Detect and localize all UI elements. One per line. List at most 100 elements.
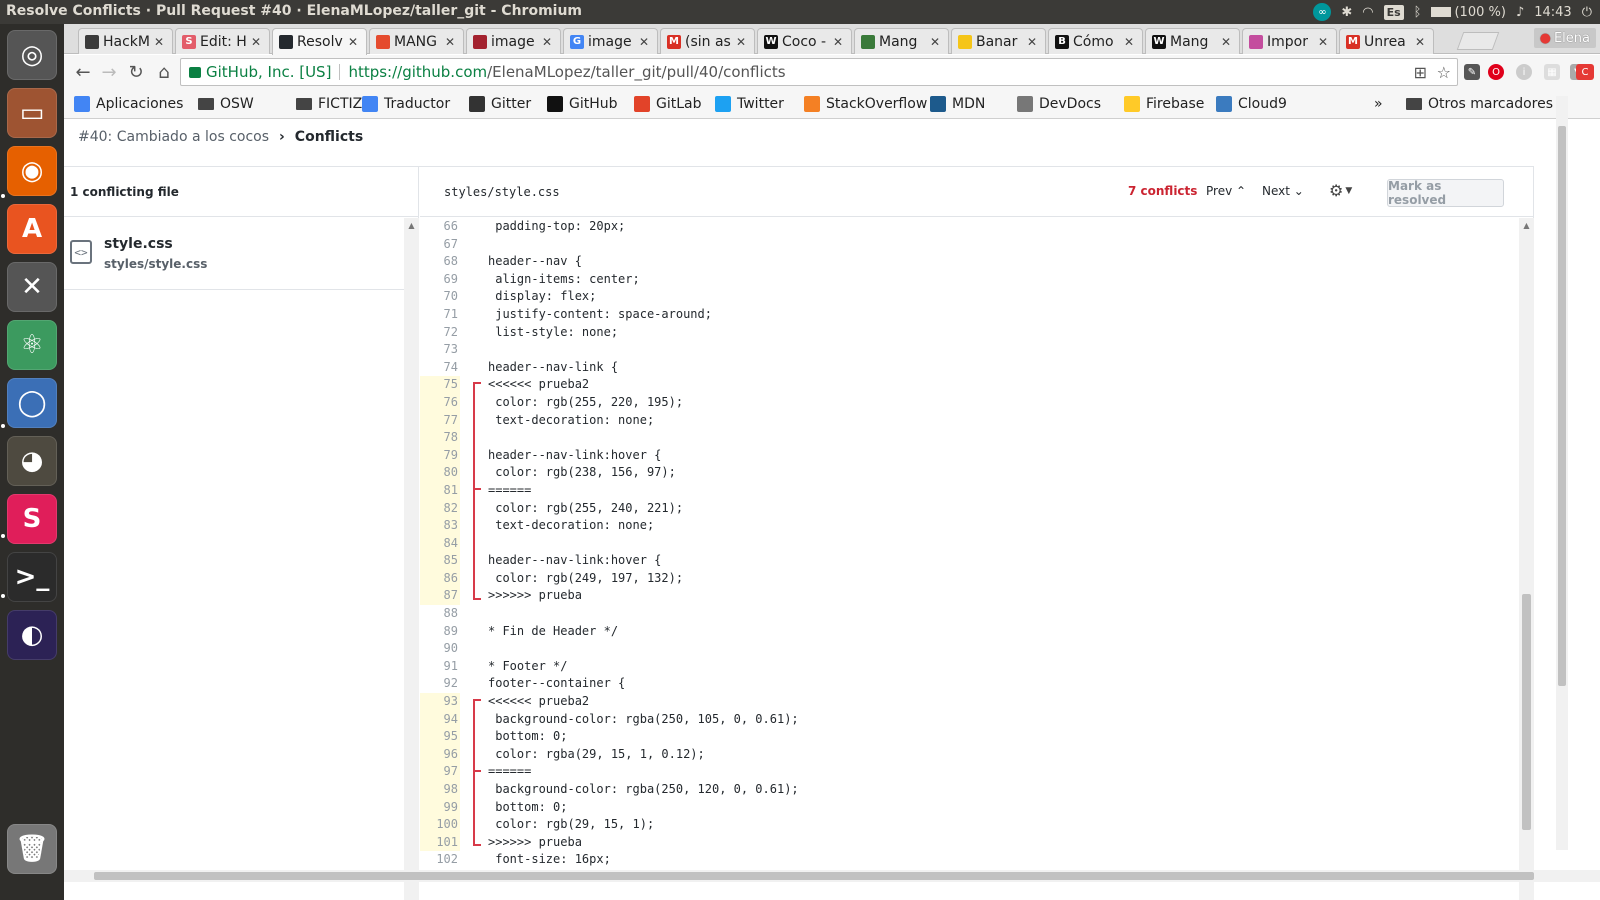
tab-5[interactable]: image ✕ bbox=[466, 28, 561, 54]
close-tab-icon[interactable]: ✕ bbox=[930, 35, 942, 49]
code-editor[interactable]: 66 padding-top: 20px; 67 68 header--nav {69… bbox=[420, 218, 1519, 900]
close-tab-icon[interactable]: ✕ bbox=[154, 35, 166, 49]
bluetooth-icon[interactable]: ᛒ bbox=[1414, 5, 1422, 20]
close-tab-icon[interactable]: ✕ bbox=[639, 35, 651, 49]
forward-button[interactable]: → bbox=[98, 61, 120, 83]
close-tab-icon[interactable]: ✕ bbox=[445, 35, 457, 49]
tab-10[interactable]: Banar ✕ bbox=[951, 28, 1046, 54]
sidebar-scrollbar[interactable]: ▲ bbox=[404, 218, 419, 900]
close-tab-icon[interactable]: ✕ bbox=[1124, 35, 1136, 49]
page-vertical-scrollbar[interactable] bbox=[1556, 96, 1568, 850]
arduino-icon[interactable]: ∞ bbox=[1313, 3, 1332, 21]
next-conflict-button[interactable]: Next ⌄ bbox=[1262, 184, 1304, 198]
bookmark-mdn[interactable]: MDN bbox=[930, 94, 985, 114]
power-icon[interactable]: ⏻ bbox=[1582, 5, 1592, 20]
bookmark-twitter[interactable]: Twitter bbox=[715, 94, 784, 114]
close-tab-icon[interactable]: ✕ bbox=[833, 35, 845, 49]
settings-tray-icon[interactable]: ✱ bbox=[1341, 5, 1352, 20]
conflicting-file-item[interactable]: <> style.css styles/style.css bbox=[64, 218, 404, 290]
tab-3[interactable]: Resolv ✕ bbox=[272, 28, 367, 55]
tab-9[interactable]: Mang ✕ bbox=[854, 28, 949, 54]
tab-14[interactable]: M Unrea ✕ bbox=[1339, 28, 1434, 54]
bookmark-gitlab[interactable]: GitLab bbox=[634, 94, 702, 114]
clock[interactable]: 14:43 bbox=[1534, 5, 1571, 20]
tab-6[interactable]: Gimage ✕ bbox=[563, 28, 658, 54]
wifi-icon[interactable]: ◠ bbox=[1362, 5, 1373, 20]
back-button[interactable]: ← bbox=[72, 61, 94, 83]
bookmark-aplicaciones[interactable]: Aplicaciones bbox=[74, 94, 183, 114]
eclipse-launcher-icon[interactable]: ◐ bbox=[7, 610, 57, 660]
screenshot-extension-icon[interactable]: ▦ bbox=[1544, 64, 1560, 80]
address-bar[interactable]: GitHub, Inc. [US] https://github.com/Ele… bbox=[180, 58, 1458, 86]
keyboard-layout-indicator[interactable]: Es bbox=[1383, 4, 1404, 20]
tab-7[interactable]: M (sin as ✕ bbox=[660, 28, 755, 54]
close-tab-icon[interactable]: ✕ bbox=[542, 35, 554, 49]
ubuntu-dash-launcher-icon[interactable]: ◎ bbox=[7, 30, 57, 80]
bookmark-traductor[interactable]: Traductor bbox=[362, 94, 450, 114]
close-tab-icon[interactable]: ✕ bbox=[1027, 35, 1039, 49]
tab-8[interactable]: W Coco - ✕ bbox=[757, 28, 852, 54]
tab-1[interactable]: HackM ✕ bbox=[78, 28, 173, 54]
firefox-launcher-icon[interactable]: ◉ bbox=[7, 146, 57, 196]
code-line: 72 list-style: none; bbox=[420, 324, 1519, 342]
reload-button[interactable]: ↻ bbox=[125, 61, 147, 83]
files-launcher-icon[interactable]: ▭ bbox=[7, 88, 57, 138]
url-text[interactable]: https://github.com/ElenaMLopez/taller_gi… bbox=[348, 63, 785, 81]
tab-favicon-icon: B bbox=[1055, 34, 1069, 49]
page-horizontal-scrollbar[interactable] bbox=[64, 870, 1600, 882]
close-tab-icon[interactable]: ✕ bbox=[1318, 35, 1330, 49]
site-identity[interactable]: GitHub, Inc. [US] bbox=[206, 63, 331, 81]
info-extension-icon[interactable]: i bbox=[1516, 64, 1532, 80]
os-top-panel: Resolve Conflicts · Pull Request #40 · E… bbox=[0, 0, 1600, 24]
editor-scroll-thumb[interactable] bbox=[1522, 594, 1531, 830]
opera-extension-icon[interactable]: O bbox=[1488, 64, 1504, 80]
bookmark-github[interactable]: GitHub bbox=[547, 94, 618, 114]
close-tab-icon[interactable]: ✕ bbox=[1221, 35, 1233, 49]
page-vertical-scroll-thumb[interactable] bbox=[1558, 126, 1566, 686]
cors-extension-icon[interactable]: C bbox=[1576, 64, 1594, 80]
tab-2[interactable]: S Edit: H ✕ bbox=[175, 28, 270, 54]
editor-scrollbar[interactable]: ▲ bbox=[1519, 218, 1534, 900]
atom-launcher-icon[interactable]: ⚛ bbox=[7, 320, 57, 370]
close-tab-icon[interactable]: ✕ bbox=[736, 35, 748, 49]
editor-settings-menu[interactable]: ⚙ ▼ bbox=[1329, 181, 1352, 200]
prev-conflict-button[interactable]: Prev ⌃ bbox=[1206, 184, 1246, 198]
close-tab-icon[interactable]: ✕ bbox=[348, 35, 360, 49]
bookmarks-overflow-button[interactable]: » bbox=[1374, 94, 1383, 114]
volume-icon[interactable]: ♪ bbox=[1516, 5, 1524, 20]
bookmark-devdocs[interactable]: DevDocs bbox=[1017, 94, 1101, 114]
mark-as-resolved-button[interactable]: Mark as resolved bbox=[1387, 179, 1504, 207]
close-tab-icon[interactable]: ✕ bbox=[1415, 35, 1427, 49]
tab-12[interactable]: W Mang ✕ bbox=[1145, 28, 1240, 54]
bookmark-firebase[interactable]: Firebase bbox=[1124, 94, 1204, 114]
bookmark-gitter[interactable]: Gitter bbox=[469, 94, 531, 114]
home-button[interactable]: ⌂ bbox=[153, 61, 175, 83]
bookmark-osw[interactable]: OSW bbox=[198, 94, 254, 114]
bookmark-stackoverflow[interactable]: StackOverflow bbox=[804, 94, 927, 114]
translate-page-icon[interactable]: ⊞ bbox=[1414, 63, 1427, 82]
software-center-launcher-icon[interactable]: A bbox=[7, 204, 57, 254]
bookmark-cloud9[interactable]: Cloud9 bbox=[1216, 94, 1287, 114]
slack-launcher-icon[interactable]: S bbox=[7, 494, 57, 544]
breadcrumb-parent-link[interactable]: #40: Cambiado a los cocos bbox=[78, 129, 269, 145]
chromium-launcher-icon[interactable]: ◯ bbox=[7, 378, 57, 428]
new-tab-button[interactable] bbox=[1456, 32, 1500, 50]
tab-4[interactable]: MANG ✕ bbox=[369, 28, 464, 54]
terminal-launcher-icon[interactable]: >_ bbox=[7, 552, 57, 602]
gimp-launcher-icon[interactable]: ◕ bbox=[7, 436, 57, 486]
tab-11[interactable]: B Cómo ✕ bbox=[1048, 28, 1143, 54]
bookmark-star-icon[interactable]: ☆ bbox=[1437, 63, 1451, 82]
other-bookmarks-folder[interactable]: Otros marcadores bbox=[1406, 94, 1553, 114]
trash-launcher-icon[interactable]: 🗑 bbox=[7, 824, 57, 874]
profile-button[interactable]: ● Elena bbox=[1533, 28, 1596, 48]
arrow-right-icon: → bbox=[101, 61, 117, 83]
editor-scroll-up-icon[interactable]: ▲ bbox=[1519, 218, 1534, 232]
scroll-up-arrow-icon[interactable]: ▲ bbox=[404, 218, 419, 232]
system-settings-launcher-icon[interactable]: ✕ bbox=[7, 262, 57, 312]
battery-indicator[interactable]: (100 %) bbox=[1431, 5, 1506, 20]
page-horizontal-scroll-thumb[interactable] bbox=[94, 872, 1534, 880]
tab-13[interactable]: Impor ✕ bbox=[1242, 28, 1337, 54]
conflict-bracket bbox=[473, 699, 481, 846]
eyedropper-extension-icon[interactable]: ✎ bbox=[1464, 64, 1480, 80]
close-tab-icon[interactable]: ✕ bbox=[251, 35, 263, 49]
